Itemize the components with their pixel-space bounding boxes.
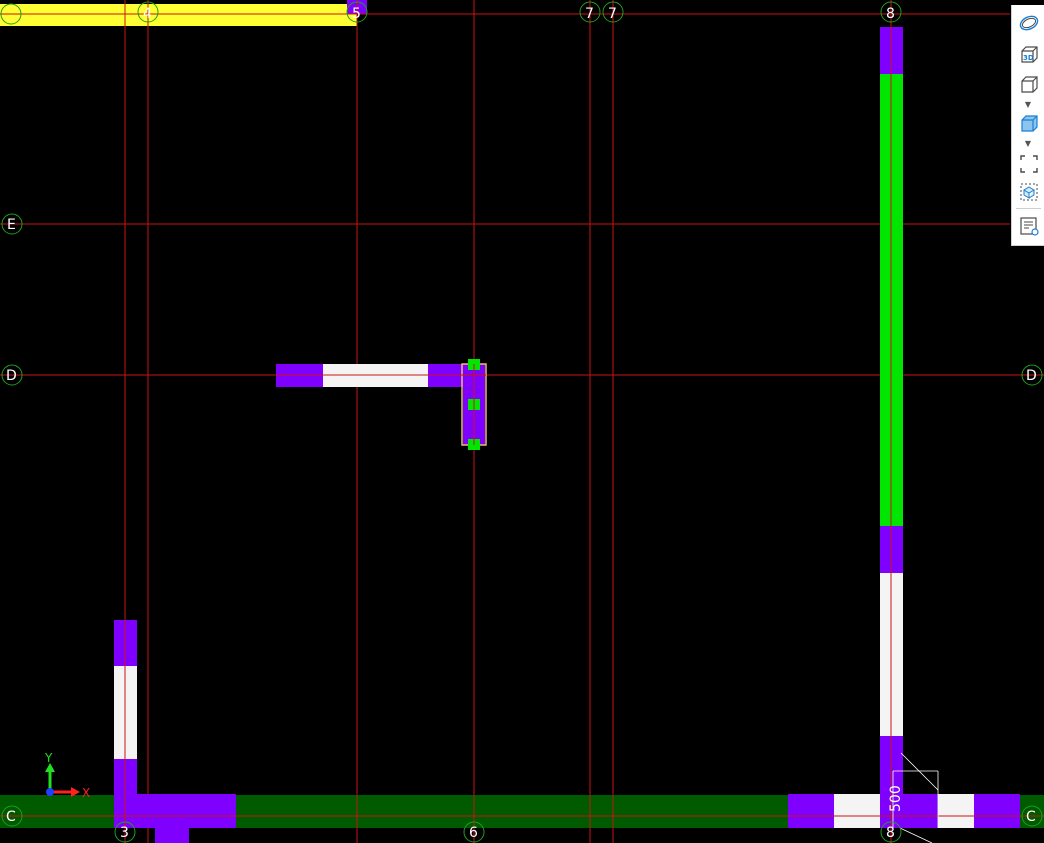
- dimension-text: 500: [888, 785, 904, 812]
- ucs-icon: Y X: [44, 751, 90, 800]
- view-cube-icon: [1021, 76, 1038, 93]
- axis-label-bottom-8: 8: [886, 825, 895, 841]
- zoom-selection-icon: [1020, 183, 1038, 201]
- shaded-cube-dropdown-caret[interactable]: ▼: [1024, 140, 1032, 148]
- svg-text:3D: 3D: [1023, 54, 1034, 62]
- shaded-cube-button[interactable]: [1017, 112, 1041, 136]
- zoom-selection-button[interactable]: [1017, 180, 1041, 204]
- view-cube-button[interactable]: [1017, 73, 1041, 97]
- ucs-x-label: X: [82, 786, 90, 800]
- view-toolbar: 3D ▼ ▼: [1011, 5, 1044, 246]
- cad-drawing-viewport[interactable]: 500 4 5 7 7 8 E D C D C 3 6 8 Y X 3D ▼ ▼: [0, 0, 1044, 843]
- axis-bubbles-left: E D C: [1, 213, 23, 827]
- ucs-y-label: Y: [44, 751, 53, 765]
- view-cube-dropdown-caret[interactable]: ▼: [1024, 101, 1032, 109]
- axis-label-left-c: C: [6, 809, 16, 825]
- shaded-cube-icon: [1021, 115, 1038, 132]
- axis-label-left-d: D: [6, 368, 17, 384]
- beam-top-yellow[interactable]: [0, 4, 357, 26]
- axis-label-top-4: 4: [143, 6, 152, 22]
- properties-list-button[interactable]: [1017, 214, 1041, 238]
- axis-label-bottom-6: 6: [469, 825, 478, 841]
- axis-label-right-d: D: [1026, 368, 1037, 384]
- orbit-button[interactable]: [1017, 11, 1041, 35]
- zoom-extents-icon: [1020, 155, 1038, 173]
- axis-label-top-8: 8: [886, 6, 895, 22]
- wall-axis-c-right[interactable]: [788, 794, 1020, 828]
- axis-label-left-e: E: [7, 217, 16, 233]
- column-cluster-bottom-left[interactable]: [137, 794, 236, 843]
- axis-label-top-7a: 7: [585, 6, 594, 22]
- axis-label-top-5: 5: [352, 6, 361, 22]
- orbit-icon: [1019, 15, 1039, 31]
- drawing-canvas[interactable]: 500 4 5 7 7 8 E D C D C 3 6 8 Y X: [0, 0, 1044, 843]
- axis-label-top-7b: 7: [608, 6, 617, 22]
- zoom-extents-button[interactable]: [1017, 152, 1041, 176]
- properties-list-icon: [1020, 217, 1039, 236]
- grid-lines-vertical: [124, 0, 892, 843]
- axis-label-right-c: C: [1026, 809, 1036, 825]
- axis-label-bottom-3: 3: [120, 825, 129, 841]
- 3d-view-icon: 3D: [1021, 46, 1038, 63]
- 3d-view-button[interactable]: 3D: [1017, 43, 1041, 67]
- axis-bubbles-right: D C: [1021, 364, 1043, 827]
- toolbar-separator: [1016, 208, 1041, 209]
